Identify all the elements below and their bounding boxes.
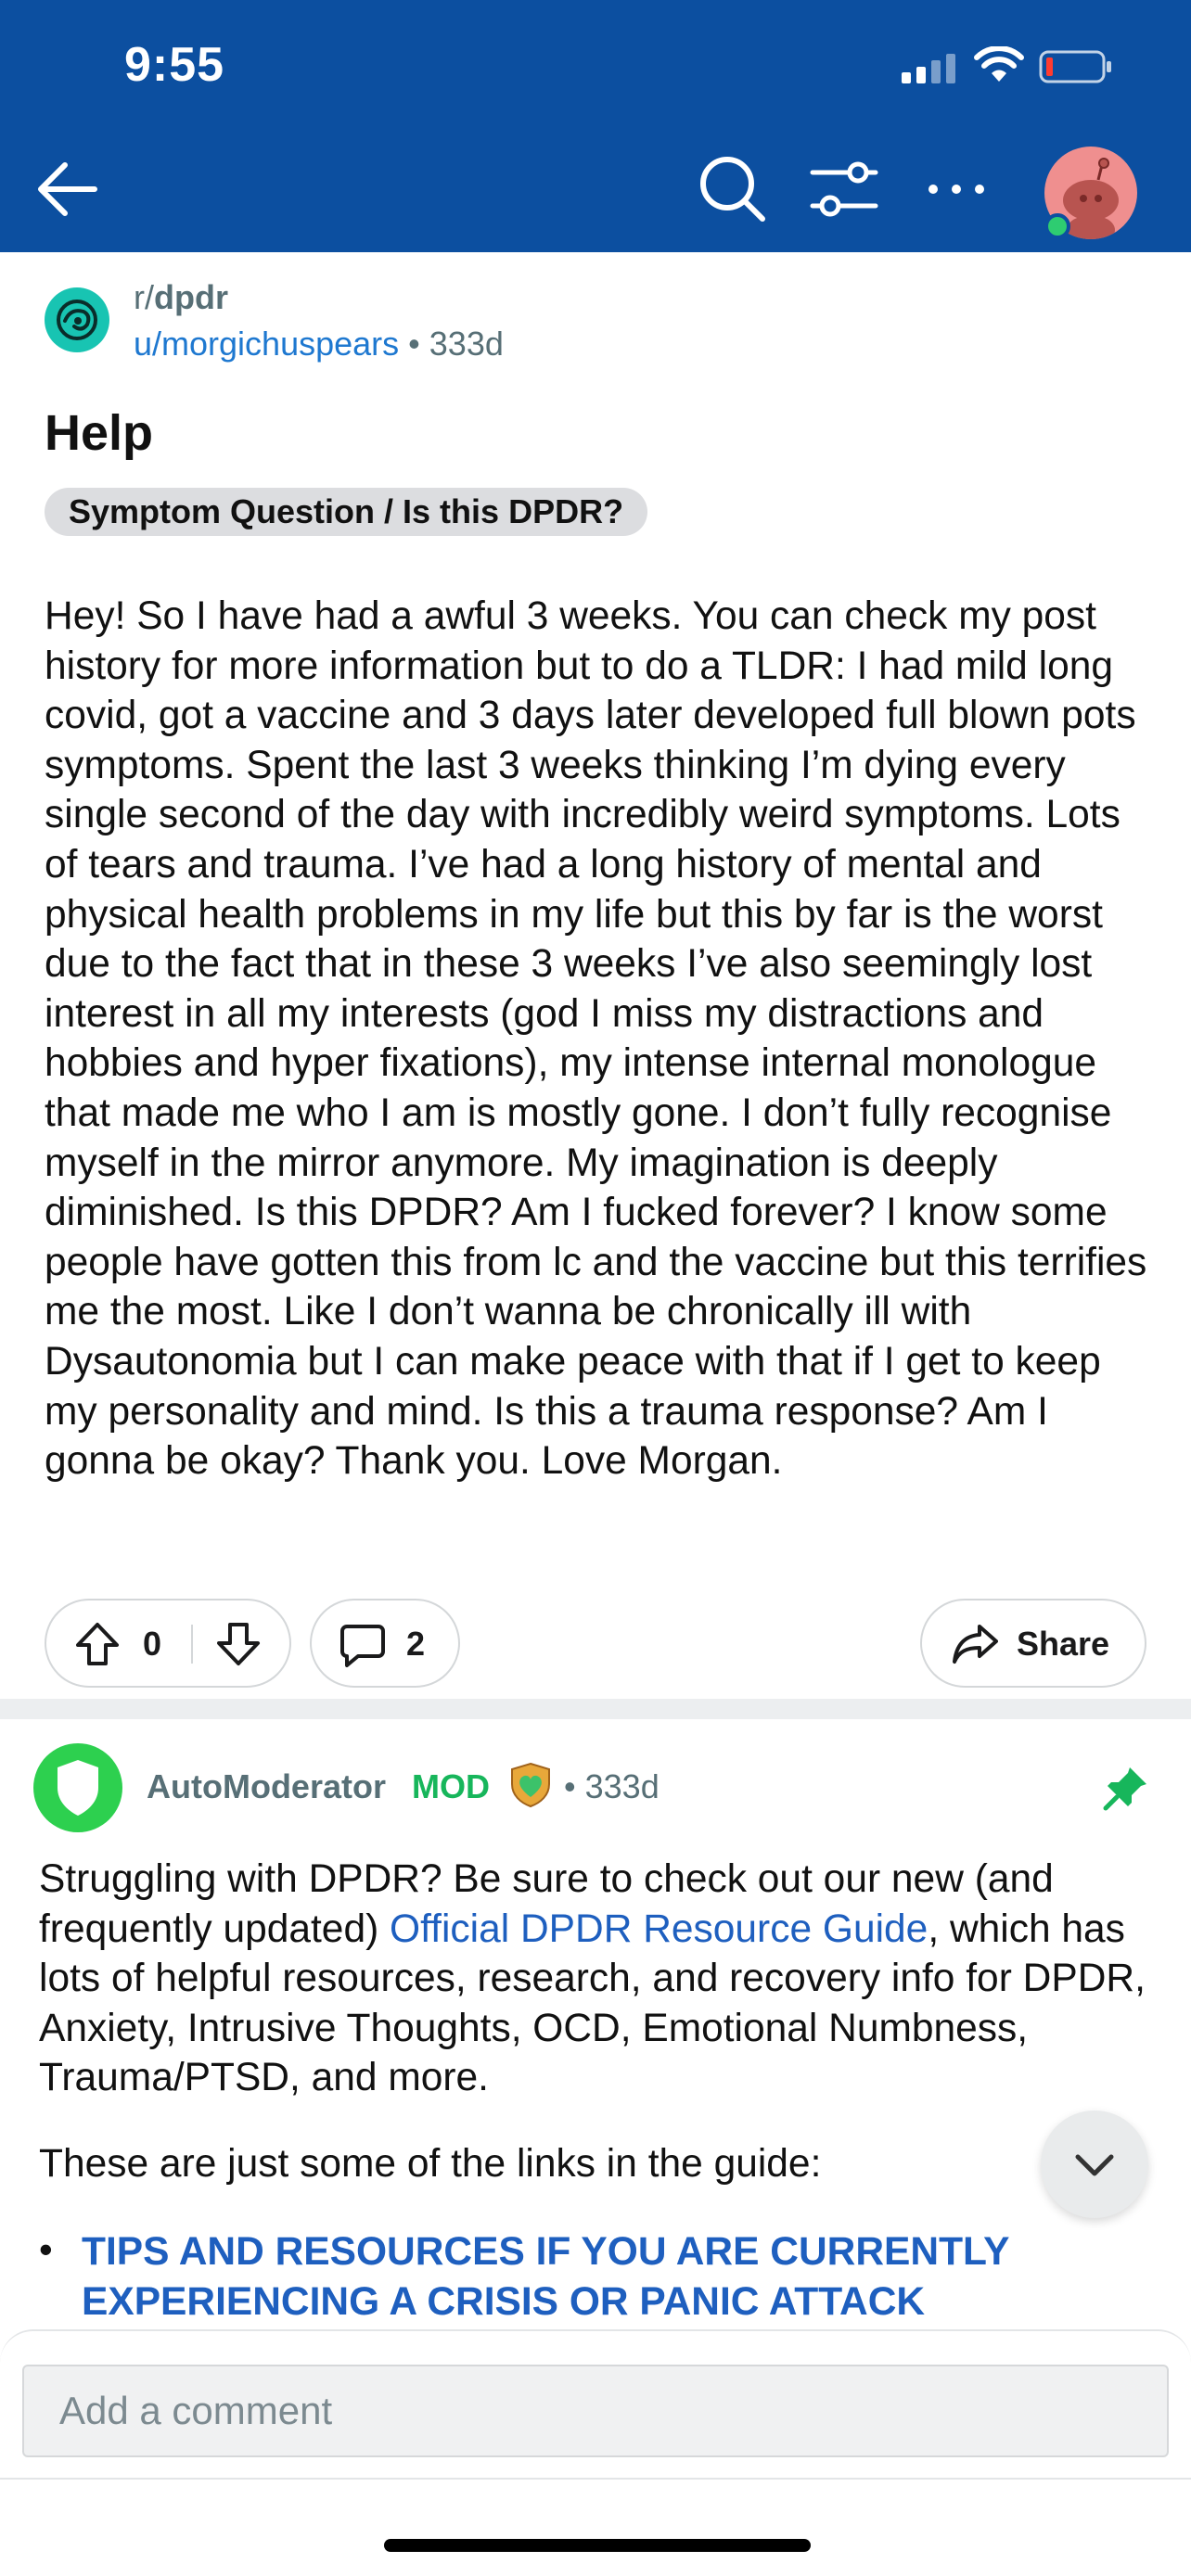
more-options-icon[interactable] [924, 169, 989, 210]
filter-sliders-icon[interactable] [809, 158, 879, 221]
comment-count: 2 [406, 1625, 426, 1663]
search-icon[interactable] [698, 154, 768, 224]
comment-body: Struggling with DPDR? Be sure to check o… [39, 1855, 1152, 2103]
comment-author[interactable]: AutoModerator [147, 1767, 386, 1806]
post-author[interactable]: u/morgichuspears [134, 325, 399, 363]
downvote-icon[interactable] [215, 1621, 262, 1667]
shield-icon [58, 1760, 98, 1816]
home-indicator[interactable] [384, 2539, 811, 2552]
comment-separator: • [564, 1767, 576, 1805]
wifi-icon [974, 46, 1024, 82]
resource-guide-link[interactable]: Official DPDR Resource Guide [390, 1907, 928, 1951]
links-intro: These are just some of the links in the … [39, 2142, 822, 2186]
post-age: 333d [429, 325, 504, 363]
app-header: 9:55 [0, 0, 1191, 252]
comments-button[interactable]: 2 [310, 1599, 460, 1688]
status-time: 9:55 [124, 38, 225, 92]
back-arrow-icon[interactable] [33, 156, 100, 223]
vote-control: 0 [45, 1599, 291, 1688]
share-label: Share [1017, 1625, 1110, 1663]
scroll-next-button[interactable] [1041, 2111, 1148, 2218]
comment-meta: • 333d [564, 1767, 660, 1806]
mod-shield-heart-icon [511, 1762, 550, 1808]
vote-score: 0 [143, 1625, 162, 1663]
subreddit-name[interactable]: r/dpdr [134, 278, 228, 317]
cellular-signal-icon [902, 54, 957, 83]
upvote-icon[interactable] [74, 1621, 121, 1667]
meta-separator: • [408, 325, 420, 363]
post-meta: u/morgichuspears • 333d [134, 325, 504, 363]
online-status-indicator [1044, 213, 1070, 239]
post-flair[interactable]: Symptom Question / Is this DPDR? [45, 488, 648, 536]
list-bullet: • [39, 2227, 53, 2271]
pin-icon [1103, 1767, 1146, 1811]
subreddit-icon[interactable] [45, 287, 109, 352]
section-divider [0, 1699, 1191, 1719]
comment-bubble-icon [340, 1625, 385, 1667]
chevron-down-icon [1075, 2154, 1114, 2176]
crisis-resources-link[interactable]: TIPS AND RESOURCES IF YOU ARE CURRENTLY … [82, 2227, 1102, 2327]
mod-tag: MOD [412, 1767, 490, 1805]
share-arrow-icon [953, 1625, 998, 1664]
post-body: Hey! So I have had a awful 3 weeks. You … [45, 594, 1147, 1484]
comment-age: 333d [584, 1767, 660, 1805]
post-title: Help [45, 405, 154, 461]
automoderator-avatar[interactable] [33, 1743, 122, 1832]
vote-divider [191, 1625, 193, 1664]
add-comment-input[interactable]: Add a comment [22, 2365, 1169, 2457]
share-button[interactable]: Share [920, 1599, 1146, 1688]
battery-icon [1039, 50, 1111, 83]
composer-divider [0, 2478, 1191, 2480]
